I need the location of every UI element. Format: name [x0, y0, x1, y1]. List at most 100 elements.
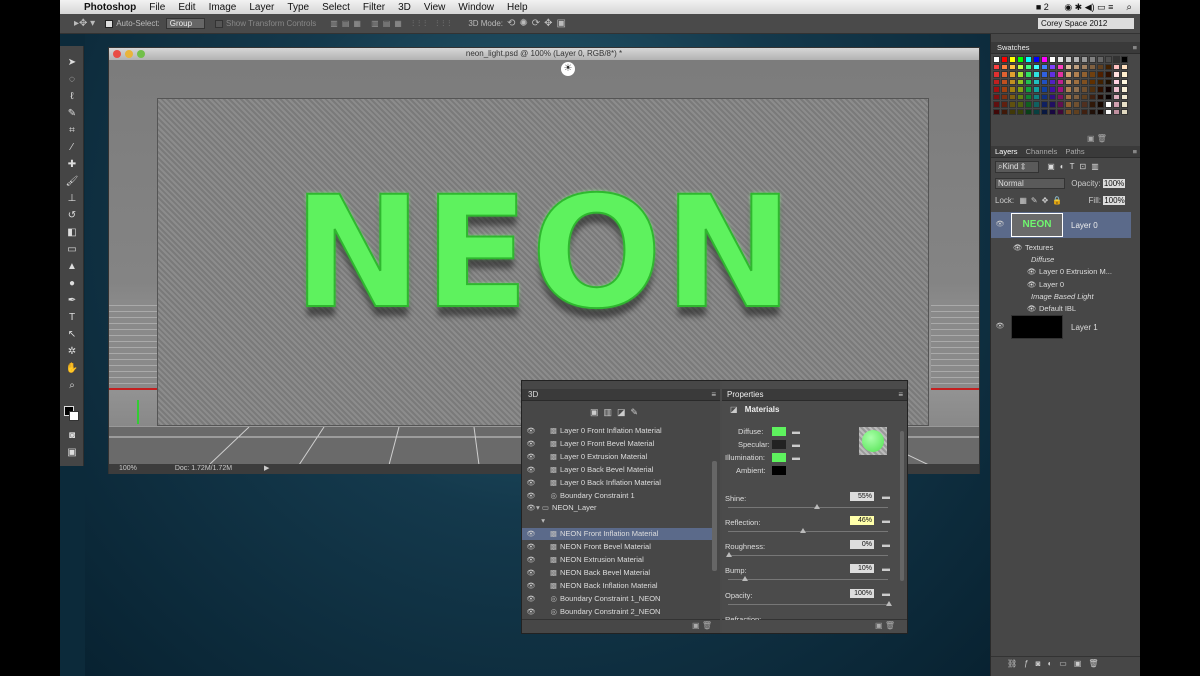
neon-3d-text[interactable]: NEON	[158, 176, 930, 332]
color-swatch[interactable]	[1033, 108, 1040, 115]
color-swatch[interactable]	[1105, 63, 1112, 70]
color-swatch[interactable]	[1049, 56, 1056, 63]
delete-icon[interactable]: 🗑	[885, 621, 895, 630]
minimize-button[interactable]	[125, 50, 133, 58]
delete-icon[interactable]: 🗑	[702, 621, 712, 630]
color-swatch[interactable]	[1017, 86, 1024, 93]
roughness-input[interactable]: 0%	[850, 540, 874, 549]
scene-item[interactable]: 👁 ▩ NEON Back Inflation Material	[522, 580, 712, 592]
brush-tool-icon[interactable]: 🖌	[65, 175, 79, 189]
marquee-tool-icon[interactable]: ◌	[65, 73, 79, 87]
screen-mode-icon[interactable]: ▣	[65, 446, 79, 460]
lasso-tool-icon[interactable]: ℓ	[65, 90, 79, 104]
new-layer-icon[interactable]: ▣	[1074, 659, 1089, 668]
delete-layer-icon[interactable]: 🗑	[1088, 659, 1105, 668]
add-mask-icon[interactable]: ◙	[1036, 659, 1048, 668]
color-swatch[interactable]	[1065, 63, 1072, 70]
scene-item[interactable]: 👁 ◎ Boundary Constraint 2_NEON	[522, 606, 712, 618]
visibility-eye-icon[interactable]: 👁	[1027, 266, 1037, 278]
color-swatch[interactable]	[1081, 78, 1088, 85]
paths-tab[interactable]: Paths	[1065, 147, 1084, 156]
color-swatch[interactable]	[1105, 108, 1112, 115]
zoom-level[interactable]: 100%	[119, 465, 137, 472]
menu-select[interactable]: Select	[322, 2, 350, 13]
shine-slider-thumb[interactable]	[814, 504, 820, 509]
group-select[interactable]: Group	[165, 18, 206, 29]
scene-scrollbar[interactable]	[712, 461, 717, 571]
disclosure-arrow-icon[interactable]: ▾ ▭	[536, 502, 552, 514]
color-swatch[interactable]	[1001, 63, 1008, 70]
scene-item[interactable]: 👁 ▩ Layer 0 Extrusion Material	[522, 451, 712, 463]
scene-item[interactable]: 👁 ▩ Layer 0 Front Bevel Material	[522, 438, 712, 450]
color-swatch[interactable]	[1057, 71, 1064, 78]
menu-app[interactable]: Photoshop	[84, 2, 136, 13]
move-tool-icon[interactable]: ➤	[65, 56, 79, 70]
visibility-eye-icon[interactable]: 👁	[1013, 242, 1023, 254]
swatches-tab[interactable]: Swatches	[997, 43, 1030, 52]
color-swatch[interactable]	[1105, 101, 1112, 108]
status-menu-arrow-icon[interactable]: ▶	[264, 465, 269, 472]
link-layers-icon[interactable]: ⛓	[1007, 659, 1024, 668]
panel-3d-filter-icons[interactable]: ▣▥◪✎	[590, 407, 660, 419]
layer-row-layer-1[interactable]: 👁 Layer 1	[991, 314, 1131, 340]
bump-slider-thumb[interactable]	[742, 576, 748, 581]
specular-color-swatch[interactable]	[772, 440, 786, 449]
color-swatch[interactable]	[1041, 71, 1048, 78]
color-swatch[interactable]	[1113, 71, 1120, 78]
color-swatch[interactable]	[1073, 93, 1080, 100]
new-swatch-icon[interactable]: ▣	[1087, 134, 1095, 143]
scene-item[interactable]: 👁▾ ▭ NEON_Layer	[522, 502, 712, 514]
visibility-eye-icon[interactable]: 👁	[526, 503, 536, 515]
color-swatch[interactable]	[1017, 71, 1024, 78]
color-swatch[interactable]	[1001, 78, 1008, 85]
color-swatch[interactable]	[1033, 101, 1040, 108]
panel-menu-icon[interactable]: ≡	[1133, 146, 1137, 158]
shine-slider-track[interactable]	[728, 507, 888, 508]
scene-item[interactable]: 👁 ▩ Layer 0 Front Inflation Material	[522, 425, 712, 437]
move-tool-icon[interactable]: ▸✥ ▾	[74, 18, 95, 29]
menu-edit[interactable]: Edit	[178, 2, 195, 13]
group-icon[interactable]: ▭	[1059, 659, 1074, 668]
scene-item[interactable]: 👁 ◎ Boundary Constraint 1_NEON	[522, 593, 712, 605]
visibility-eye-icon[interactable]: 👁	[526, 439, 536, 451]
color-swatch[interactable]	[1097, 63, 1104, 70]
bump-slider-track[interactable]	[728, 579, 888, 580]
opacity-folder-icon[interactable]: ▬	[882, 589, 890, 598]
layer-effect-row[interactable]: 👁 Textures	[991, 242, 1131, 254]
dodge-tool-icon[interactable]: ●	[65, 277, 79, 291]
color-swatch[interactable]	[1009, 78, 1016, 85]
crop-tool-icon[interactable]: ⌗	[65, 124, 79, 138]
color-swatch[interactable]	[1049, 78, 1056, 85]
menu-3d[interactable]: 3D	[398, 2, 411, 13]
color-swatch[interactable]	[1017, 78, 1024, 85]
color-swatch[interactable]	[1025, 56, 1032, 63]
visibility-eye-icon[interactable]: 👁	[526, 607, 536, 619]
reflection-slider-thumb[interactable]	[799, 528, 806, 533]
eraser-tool-icon[interactable]: ◧	[65, 226, 79, 240]
close-button[interactable]	[113, 50, 121, 58]
kind-filter[interactable]: ⌕Kind ⇕	[995, 161, 1039, 173]
color-swatch[interactable]	[1009, 108, 1016, 115]
layer-effect-row[interactable]: Image Based Light	[991, 291, 1131, 303]
bump-input[interactable]: 10%	[850, 564, 874, 573]
visibility-eye-icon[interactable]: 👁	[526, 491, 536, 503]
color-swatch[interactable]	[1089, 78, 1096, 85]
color-swatch[interactable]	[1105, 56, 1112, 63]
color-swatch[interactable]	[993, 71, 1000, 78]
color-swatch[interactable]	[1089, 93, 1096, 100]
show-transform-checkbox[interactable]	[215, 19, 224, 28]
color-swatch[interactable]	[1089, 108, 1096, 115]
visibility-eye-icon[interactable]: 👁	[526, 594, 536, 606]
layer-effect-row[interactable]: 👁 Layer 0 Extrusion M...	[991, 266, 1131, 278]
visibility-eye-icon[interactable]: 👁	[526, 426, 536, 438]
color-swatch[interactable]	[1097, 108, 1104, 115]
menu-file[interactable]: File	[149, 2, 165, 13]
menu-layer[interactable]: Layer	[249, 2, 274, 13]
delete-swatch-icon[interactable]: 🗑	[1097, 134, 1107, 143]
color-swatch[interactable]	[993, 93, 1000, 100]
panel-menu-icon[interactable]: ≡	[711, 389, 716, 401]
color-swatch[interactable]	[1057, 78, 1064, 85]
eyedropper-tool-icon[interactable]: ⁄	[65, 141, 79, 155]
color-swatch[interactable]	[1065, 101, 1072, 108]
color-swatch[interactable]	[1089, 71, 1096, 78]
